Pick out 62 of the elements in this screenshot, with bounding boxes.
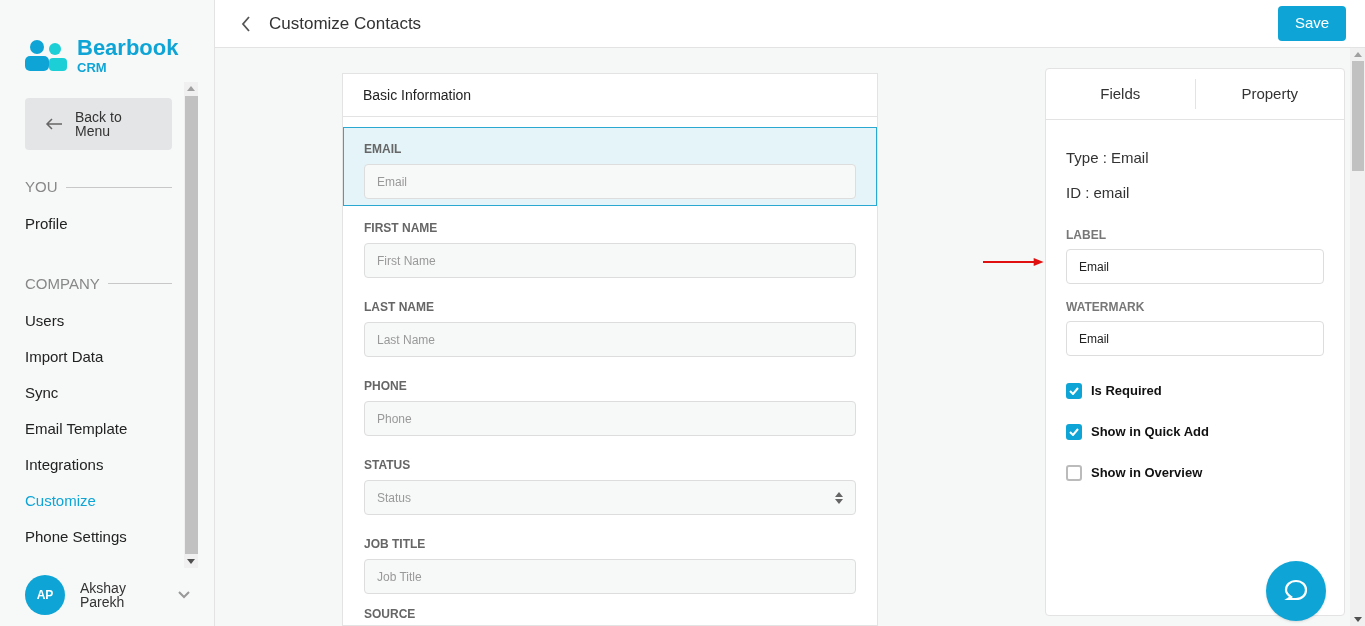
page-title: Customize Contacts [269,12,422,35]
form-field-row[interactable]: LAST NAME Last Name [343,285,878,364]
field-label: EMAIL [364,141,403,158]
form-field-row[interactable]: STATUS Status [343,443,878,522]
chevron-down-icon[interactable] [178,591,190,599]
form-field-row[interactable]: FIRST NAME First Name [343,206,878,285]
scrollbar[interactable] [1350,48,1365,626]
brand-subtitle: CRM [77,61,108,74]
checkbox-label: Show in Quick Add [1091,422,1209,441]
input-field[interactable]: Email [364,164,857,199]
input-field[interactable]: First Name [364,243,857,278]
section-title: Basic Information [343,74,878,117]
form-field-row[interactable]: EMAIL Email [343,127,878,206]
scroll-up-icon[interactable] [187,86,195,91]
scrollbar-thumb[interactable] [1351,61,1364,171]
brand-name: Bearbook [77,37,179,59]
check-icon [1069,386,1079,395]
checkbox-label: Show in Overview [1091,463,1203,482]
check-icon [1069,427,1079,436]
scroll-up-icon[interactable] [1353,52,1362,57]
input-field[interactable]: Phone [364,401,857,436]
menu-item[interactable]: Sync [25,375,172,411]
arrow-left-icon [45,118,63,130]
section-heading: COMPANY [25,273,100,294]
checkbox[interactable] [1066,464,1082,481]
scroll-down-icon[interactable] [1353,617,1362,622]
back-button[interactable]: Back to Menu [25,98,172,150]
input-label: WATERMARK [1066,299,1146,316]
field-label: SOURCE [364,607,416,621]
input-field[interactable]: Email [1066,249,1324,284]
form-field-row[interactable]: JOB TITLE Job Title [343,522,878,601]
checkbox[interactable] [1066,423,1082,440]
checkbox[interactable] [1066,382,1082,399]
field-label: FIRST NAME [364,220,439,237]
field-label: PHONE [364,378,408,395]
menu-item[interactable]: Users [25,303,172,339]
input-field[interactable]: Last Name [364,322,857,357]
field-type: Type : Email [1066,148,1150,168]
input-field[interactable]: Email [1066,321,1324,356]
field-label: JOB TITLE [364,536,427,553]
checkbox-label: Is Required [1091,381,1162,400]
input-label: LABEL [1066,227,1107,244]
menu-item[interactable]: Import Data [25,339,172,375]
field-id: ID : email [1066,182,1131,203]
panel-tab[interactable]: Property [1194,79,1344,109]
input-field[interactable]: Job Title [364,559,857,594]
menu-item[interactable]: Email Template [25,411,172,447]
field-label: LAST NAME [364,299,435,316]
menu-item[interactable]: Profile [25,206,172,243]
annotation-arrow [983,257,1045,267]
scroll-down-icon[interactable] [187,559,195,564]
section-heading: YOU [25,177,58,197]
chat-button[interactable] [1266,561,1326,621]
sort-icon [835,491,844,504]
menu-item[interactable]: Phone Settings [25,519,172,555]
field-label: STATUS [364,457,412,474]
menu-item[interactable]: Integrations [25,447,172,483]
panel-tab[interactable]: Fields [1046,79,1195,109]
logo-icon [25,38,69,73]
back-chevron-icon[interactable] [241,15,251,32]
user-name: Akshay Parekh [80,581,127,609]
form-field-row[interactable]: PHONE Phone [343,364,878,443]
